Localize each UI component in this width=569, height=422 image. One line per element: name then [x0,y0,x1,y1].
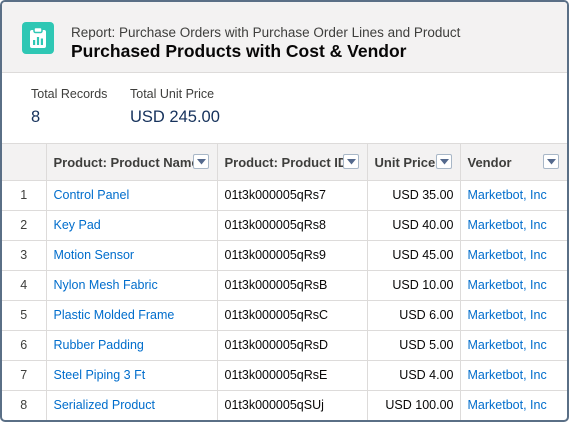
row-number: 5 [2,300,47,331]
vendor-link[interactable]: Marketbot, Inc [460,300,567,331]
product-id-cell: 01t3k000005qRsC [217,300,368,331]
product-id-cell: 01t3k000005qRsD [217,330,368,361]
row-number: 7 [2,360,47,391]
column-menu-dropdown-icon[interactable] [435,154,452,169]
row-number: 1 [2,180,47,211]
product-id-cell: 01t3k000005qRsB [217,270,368,301]
unit-price-cell: USD 45.00 [367,240,461,271]
column-header-label: Unit Price [374,154,436,170]
unit-price-cell: USD 40.00 [367,210,461,241]
column-header-product-id[interactable]: Product: Product ID [217,144,368,181]
report-summary: Total Records 8 Total Unit Price USD 245… [2,73,567,143]
row-number: 2 [2,210,47,241]
total-unit-price-value: USD 245.00 [130,108,220,126]
report-clipboard-icon [22,22,54,54]
column-menu-dropdown-icon[interactable] [192,154,209,169]
product-name-link[interactable]: Key Pad [46,210,218,241]
row-number-header [2,144,47,181]
vendor-link[interactable]: Marketbot, Inc [460,360,567,391]
column-menu-dropdown-icon[interactable] [342,154,359,169]
total-records-label: Total Records [31,87,108,101]
product-id-cell: 01t3k000005qRsE [217,360,368,391]
row-number: 8 [2,390,47,420]
product-id-cell: 01t3k000005qSUj [217,390,368,420]
page-title: Purchased Products with Cost & Vendor [71,41,407,61]
product-id-cell: 01t3k000005qRs8 [217,210,368,241]
row-number: 3 [2,240,47,271]
vendor-link[interactable]: Marketbot, Inc [460,390,567,420]
report-header: Report: Purchase Orders with Purchase Or… [2,2,567,73]
report-type-label: Report: Purchase Orders with Purchase Or… [71,25,461,40]
product-name-link[interactable]: Motion Sensor [46,240,218,271]
vendor-link[interactable]: Marketbot, Inc [460,210,567,241]
product-id-cell: 01t3k000005qRs9 [217,240,368,271]
total-unit-price-label: Total Unit Price [130,87,215,101]
product-name-link[interactable]: Serialized Product [46,390,218,420]
column-header-unit-price[interactable]: Unit Price [367,144,461,181]
row-number: 6 [2,330,47,361]
vendor-link[interactable]: Marketbot, Inc [460,330,567,361]
vendor-link[interactable]: Marketbot, Inc [460,180,567,211]
unit-price-cell: USD 35.00 [367,180,461,211]
unit-price-cell: USD 6.00 [367,300,461,331]
unit-price-cell: USD 5.00 [367,330,461,361]
table-row: 4 Nylon Mesh Fabric 01t3k000005qRsB USD … [2,270,567,301]
table-row: 6 Rubber Padding 01t3k000005qRsD USD 5.0… [2,330,567,361]
report-table-container[interactable]: Product: Product Name Product: Product I… [2,143,567,420]
report-table: Product: Product Name Product: Product I… [2,144,567,420]
vendor-link[interactable]: Marketbot, Inc [460,240,567,271]
product-name-link[interactable]: Steel Piping 3 Ft [46,360,218,391]
report-window: Report: Purchase Orders with Purchase Or… [0,0,569,422]
column-header-vendor[interactable]: Vendor [460,144,567,181]
column-menu-dropdown-icon[interactable] [542,154,559,169]
unit-price-cell: USD 4.00 [367,360,461,391]
table-row: 1 Control Panel 01t3k000005qRs7 USD 35.0… [2,180,567,211]
column-header-label: Product: Product ID [224,154,348,170]
product-name-link[interactable]: Rubber Padding [46,330,218,361]
unit-price-cell: USD 100.00 [367,390,461,420]
product-name-link[interactable]: Control Panel [46,180,218,211]
table-header-row: Product: Product Name Product: Product I… [2,144,567,181]
product-name-link[interactable]: Nylon Mesh Fabric [46,270,218,301]
column-header-label: Product: Product Name [53,154,199,170]
table-row: 2 Key Pad 01t3k000005qRs8 USD 40.00 Mark… [2,210,567,241]
table-row: 5 Plastic Molded Frame 01t3k000005qRsC U… [2,300,567,331]
product-name-link[interactable]: Plastic Molded Frame [46,300,218,331]
unit-price-cell: USD 10.00 [367,270,461,301]
table-row: 8 Serialized Product 01t3k000005qSUj USD… [2,390,567,420]
product-id-cell: 01t3k000005qRs7 [217,180,368,211]
table-row: 3 Motion Sensor 01t3k000005qRs9 USD 45.0… [2,240,567,271]
column-header-label: Vendor [467,154,512,170]
row-number: 4 [2,270,47,301]
total-records-value: 8 [31,108,41,126]
vendor-link[interactable]: Marketbot, Inc [460,270,567,301]
table-row: 7 Steel Piping 3 Ft 01t3k000005qRsE USD … [2,360,567,391]
column-header-product-name[interactable]: Product: Product Name [46,144,218,181]
